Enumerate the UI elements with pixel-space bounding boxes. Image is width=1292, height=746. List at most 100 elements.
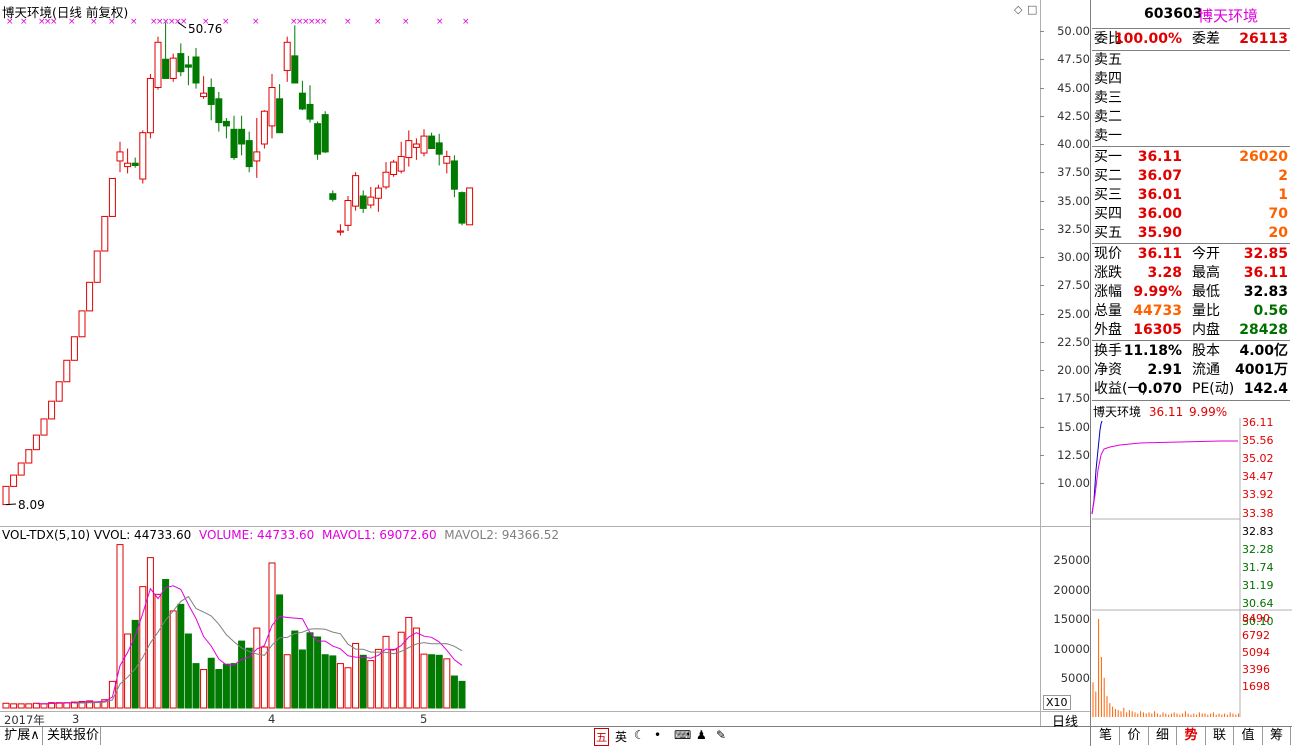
sell-order-row: 卖五 <box>1092 51 1290 70</box>
indicator-name[interactable]: VOL-TDX(5,10) <box>2 528 90 542</box>
right-tab-0[interactable]: 笔 <box>1092 727 1120 745</box>
stat-value: 2.91 <box>1147 362 1182 378</box>
volume-tick-label: 20000 <box>1053 582 1090 597</box>
event-marker: × <box>130 17 138 27</box>
x-label-march: 3 <box>72 712 80 726</box>
stat-value: 16305 <box>1133 322 1182 338</box>
price-tick-mark <box>1040 398 1044 400</box>
stat-label: 最高 <box>1192 265 1220 281</box>
stat-value: 0.56 <box>1253 303 1288 319</box>
buy-order-row: 买二 36.07 2 <box>1092 167 1290 186</box>
square-icon[interactable]: □ <box>1027 3 1037 16</box>
candle-body <box>359 195 367 209</box>
price-tick-label: 15.00 <box>1057 419 1090 434</box>
user-icon[interactable]: ♟ <box>696 728 707 742</box>
price-tick-label: 42.50 <box>1057 108 1090 123</box>
volume-bar <box>63 702 71 709</box>
right-tab-5[interactable]: 值 <box>1235 727 1263 745</box>
price-tick-mark <box>1040 87 1044 89</box>
right-tab-6[interactable]: 筹 <box>1263 727 1291 745</box>
quote-title: 603603 博天环境 <box>1092 0 1290 29</box>
stat-value: 9.99% <box>1133 284 1182 300</box>
candle-body <box>139 132 147 180</box>
moon-icon[interactable]: ☾ <box>634 728 645 742</box>
buy-level-label: 买二 <box>1094 168 1122 184</box>
candle-body <box>86 281 94 312</box>
stat-label: 总量 <box>1094 303 1122 319</box>
right-tab-2[interactable]: 细 <box>1149 727 1177 745</box>
price-tick-label: 32.50 <box>1057 221 1090 236</box>
candlestick-chart[interactable]: × × ××× × × × × ×××××× × × × ×××××× × × × × × <box>0 0 1040 526</box>
price-tick-mark <box>1040 341 1044 343</box>
right-tab-1[interactable]: 价 <box>1121 727 1149 745</box>
intraday-price-tick: 32.83 <box>1242 524 1274 538</box>
volume-bar <box>382 635 390 709</box>
buy-volume: 20 <box>1268 225 1288 241</box>
candle-body <box>428 135 436 150</box>
stock-name: 博天环境 <box>1198 7 1259 25</box>
sell-order-row: 卖四 <box>1092 70 1290 89</box>
candle-body <box>70 336 78 361</box>
volume-bar <box>397 631 405 709</box>
stat-label: PE(动) <box>1192 381 1235 397</box>
sell-level-label: 卖四 <box>1094 71 1122 87</box>
candle-body <box>78 310 86 338</box>
diamond-icon[interactable]: ◇ <box>1014 3 1022 16</box>
buy-price: 36.00 <box>1137 206 1182 222</box>
right-tab-4[interactable]: 联 <box>1206 727 1234 745</box>
price-tick-label: 50.00 <box>1057 24 1090 38</box>
volume-bar <box>450 675 458 709</box>
right-tab-3[interactable]: 势 <box>1178 727 1206 745</box>
candle-body <box>238 128 246 145</box>
candle-body <box>48 400 56 420</box>
english-icon[interactable]: 英 <box>615 728 627 745</box>
candle-body <box>40 418 48 436</box>
price-tick-label: 30.00 <box>1057 250 1090 264</box>
price-tick-mark <box>1040 313 1044 315</box>
dot-icon[interactable]: • <box>654 728 661 742</box>
volume-bar <box>70 701 78 709</box>
volume-bar <box>428 654 436 709</box>
price-tick-mark <box>1040 144 1044 145</box>
volume-bar <box>344 667 352 709</box>
expand-tab[interactable]: 扩展∧ <box>2 727 43 745</box>
wubi-icon[interactable]: 五 <box>594 728 609 746</box>
price-tick-label: 45.00 <box>1057 80 1090 95</box>
price-tick-mark <box>1040 228 1044 230</box>
candle-body <box>192 56 200 84</box>
linked-quote-tab[interactable]: 关联报价 <box>46 727 101 745</box>
buy-order-row: 买三 36.01 1 <box>1092 186 1290 205</box>
volume-bar <box>222 663 230 709</box>
volume-bar <box>405 616 413 709</box>
buy-price: 36.01 <box>1137 187 1182 203</box>
stat-label: 涨跌 <box>1094 265 1122 281</box>
wrench-icon[interactable]: ✎ <box>716 728 726 742</box>
intraday-price-tick: 31.74 <box>1242 560 1274 574</box>
order-ratio-row: 委比 100.00% 委差 26113 <box>1092 30 1290 49</box>
buy-volume: 26020 <box>1239 149 1288 165</box>
mavol2-value: MAVOL2: 94366.52 <box>444 528 559 542</box>
stat-row: 涨跌 3.28 最高 36.11 <box>1092 264 1290 283</box>
keyboard-icon[interactable]: ⌨ <box>674 728 691 742</box>
stat-row: 外盘 16305 内盘 28428 <box>1092 321 1290 340</box>
volume-unit: X10 <box>1043 695 1071 710</box>
candle-body <box>420 135 428 154</box>
volume-bar <box>177 603 185 709</box>
stat-label: 涨幅 <box>1094 284 1122 300</box>
period-button[interactable]: 日线 <box>1052 711 1078 730</box>
price-tick-label: 22.50 <box>1057 334 1090 349</box>
candle-body <box>450 160 458 190</box>
candle-body <box>268 87 276 127</box>
volume-bar <box>443 658 451 709</box>
stat-value: 32.85 <box>1243 246 1288 262</box>
candle-body <box>131 162 139 166</box>
volume-bar <box>139 586 147 709</box>
fundamental-row: 净资 2.91 流通 4001万 <box>1092 361 1290 380</box>
candle-body <box>146 77 154 134</box>
candle-body <box>177 53 185 73</box>
volume-bar <box>48 702 56 709</box>
volume-bar <box>435 654 443 709</box>
candle-body <box>298 92 306 110</box>
fundamental-row: 收益(一) 0.070 PE(动) 142.4 <box>1092 380 1290 399</box>
candle-body <box>443 155 451 164</box>
